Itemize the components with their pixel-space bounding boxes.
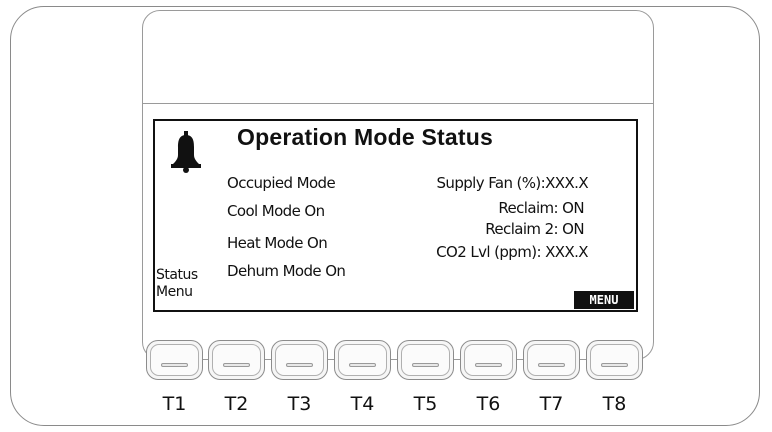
soft-key-label-t3: T3	[287, 393, 312, 415]
soft-key-label-t8: T8	[602, 393, 627, 415]
reclaim-value: Reclaim: ON	[498, 199, 584, 217]
supply-fan-value: Supply Fan (%):XXX.X	[436, 174, 589, 192]
soft-key-label-t2: T2	[224, 393, 249, 415]
soft-key-t4[interactable]	[334, 340, 391, 380]
co2-value: CO2 Lvl (ppm): XXX.X	[436, 243, 588, 261]
key-face	[401, 344, 450, 376]
soft-key-label-t1: T1	[162, 393, 187, 415]
soft-key-t6[interactable]	[460, 340, 517, 380]
status-menu-label: Status Menu	[156, 267, 198, 301]
key-face	[150, 344, 199, 376]
key-slot	[286, 363, 313, 367]
top-panel	[142, 18, 654, 104]
status-label: Status	[156, 267, 198, 283]
soft-key-label-t4: T4	[350, 393, 375, 415]
key-face	[590, 344, 639, 376]
key-face	[275, 344, 324, 376]
soft-key-t2[interactable]	[208, 340, 265, 380]
soft-key-label-t5: T5	[413, 393, 438, 415]
reclaim2-value: Reclaim 2: ON	[485, 220, 584, 238]
key-slot	[601, 363, 628, 367]
soft-key-t1[interactable]	[146, 340, 203, 380]
soft-key-t7[interactable]	[523, 340, 580, 380]
menu-label: Menu	[156, 284, 193, 300]
key-face	[527, 344, 576, 376]
lcd-screen: Operation Mode Status Occupied Mode Cool…	[153, 119, 638, 312]
key-slot	[223, 363, 250, 367]
key-slot	[349, 363, 376, 367]
soft-key-label-t7: T7	[539, 393, 564, 415]
menu-button[interactable]: MENU	[574, 291, 634, 309]
key-slot	[161, 363, 188, 367]
key-face	[338, 344, 387, 376]
key-slot	[538, 363, 565, 367]
soft-key-t5[interactable]	[397, 340, 454, 380]
soft-key-t3[interactable]	[271, 340, 328, 380]
key-face	[212, 344, 261, 376]
key-slot	[412, 363, 439, 367]
soft-key-t8[interactable]	[586, 340, 643, 380]
value-list: Supply Fan (%):XXX.X Reclaim: ON Reclaim…	[155, 121, 588, 271]
key-face	[464, 344, 513, 376]
soft-key-label-t6: T6	[476, 393, 501, 415]
key-slot	[475, 363, 502, 367]
